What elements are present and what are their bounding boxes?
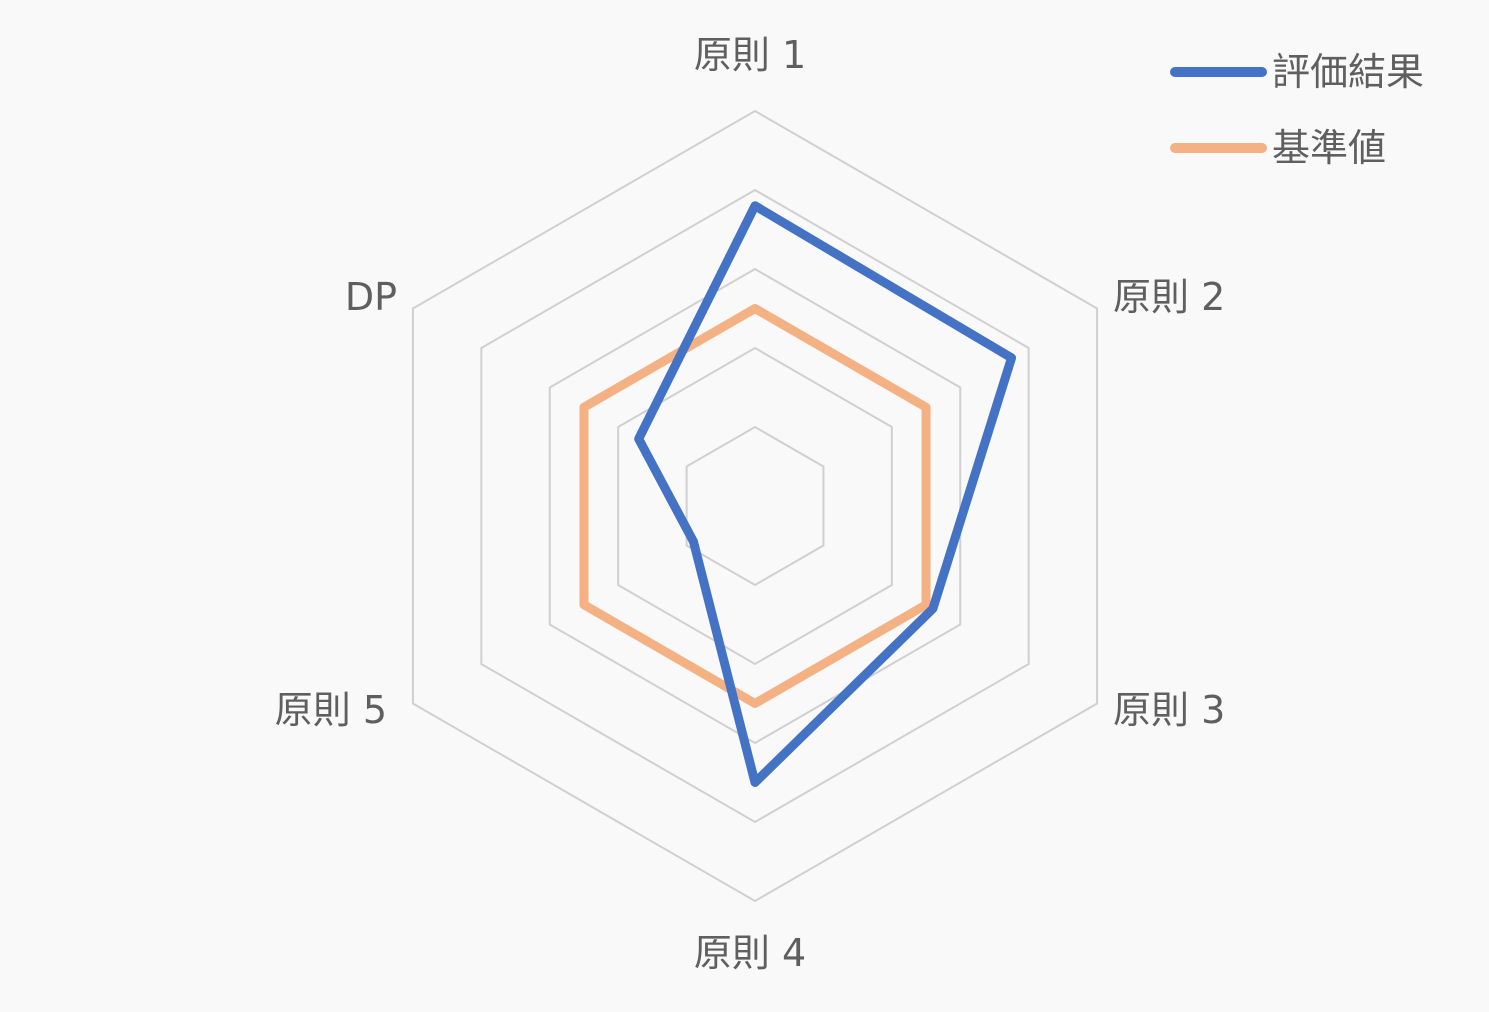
- axis-label-2: 原則 2: [1113, 275, 1225, 319]
- legend-label-result: 評価結果: [1272, 50, 1424, 94]
- axis-label-dp: DP: [345, 275, 397, 319]
- axis-label-1: 原則 1: [694, 33, 806, 77]
- grid-ring-3: [548, 267, 962, 745]
- legend-item-result: 評価結果: [1170, 50, 1424, 94]
- radar-chart: 原則 1 原則 2 原則 3 原則 4 原則 5 DP 評価結果 基準値: [275, 33, 1424, 975]
- grid-ring-4: [480, 188, 1030, 824]
- series-line-0: [634, 201, 1017, 787]
- legend-item-baseline: 基準値: [1170, 126, 1386, 170]
- axis-label-5: 原則 5: [275, 688, 387, 732]
- axis-labels: 原則 1 原則 2 原則 3 原則 4 原則 5 DP: [275, 33, 1226, 975]
- grid-ring-1: [685, 425, 825, 587]
- legend-label-baseline: 基準値: [1272, 126, 1386, 170]
- legend: 評価結果 基準値: [1170, 50, 1424, 170]
- axis-label-4: 原則 4: [694, 931, 806, 975]
- series-line-1: [579, 304, 931, 708]
- axis-label-3: 原則 3: [1113, 688, 1225, 732]
- radar-series: [579, 201, 1017, 787]
